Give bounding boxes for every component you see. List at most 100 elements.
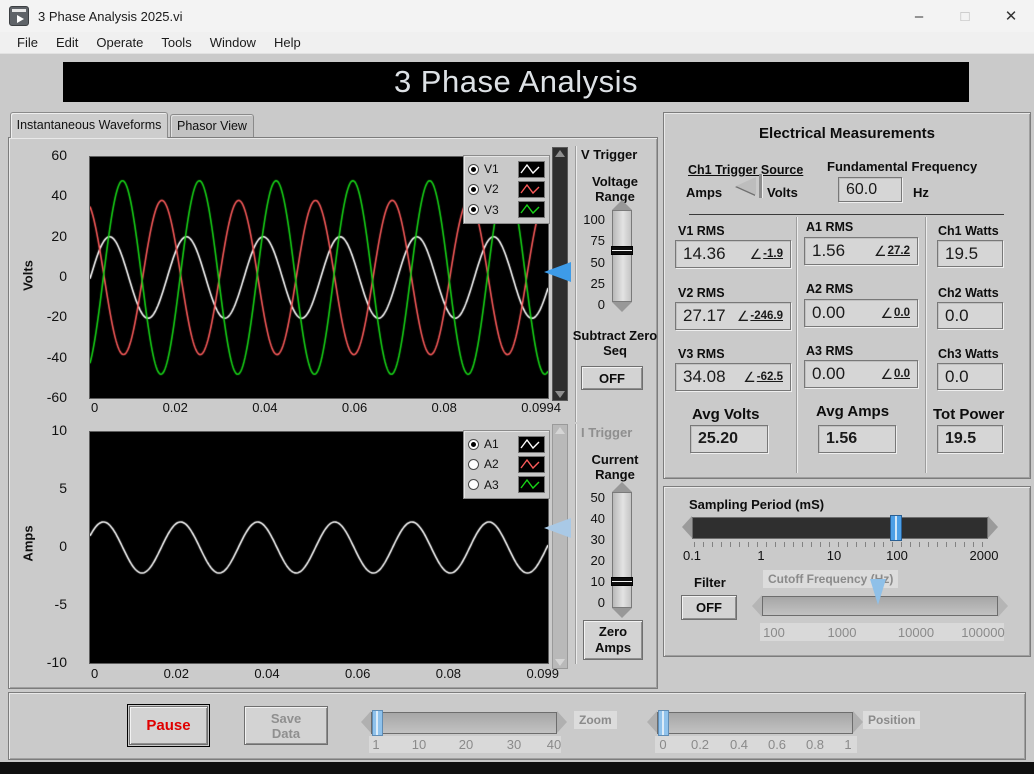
amps-scrollbar[interactable] [552,424,568,669]
position-label: Position [863,711,920,729]
zero-amps-button[interactable]: Zero Amps [583,620,643,660]
position-slider[interactable] [657,712,853,734]
hz-unit-label: Hz [913,185,929,200]
fundamental-frequency-value[interactable]: 60.0 [838,177,902,202]
scroll-down-icon[interactable] [555,391,565,398]
angle-readout: -246.9 [750,310,783,322]
subtract-zero-seq-label: Subtract Zero Seq [572,328,658,358]
tick-label: 0.02 [164,666,189,681]
sampling-panel: Sampling Period (mS) 0.1 1 10 100 2000 F… [663,486,1031,657]
scroll-down-icon[interactable] [555,659,565,666]
legend-radio-v1[interactable] [468,164,479,175]
volts-y-ticks: 6040200-20-40-60 [29,147,67,405]
slider-right-arrow-icon[interactable] [853,711,863,733]
scroll-up-icon[interactable] [555,427,565,434]
a2-rms-value: 0.00 ∠0.0 [804,299,918,327]
slider-left-arrow-icon[interactable] [361,711,371,733]
close-button[interactable]: ✕ [988,0,1034,32]
sampling-period-label: Sampling Period (mS) [689,497,824,512]
plot-style-swatch[interactable] [518,476,545,493]
slider-down-arrow-icon[interactable] [612,608,632,618]
position-handle[interactable] [658,710,669,736]
legend-radio-v2[interactable] [468,184,479,195]
legend-radio-v3[interactable] [468,204,479,215]
legend-row[interactable]: A3 [468,475,545,495]
tick-label: 0 [598,595,605,610]
readout: 34.08 [683,367,726,387]
current-range-handle[interactable] [611,577,633,586]
legend-row[interactable]: V1 [468,159,545,179]
v-trigger-level-cursor[interactable] [544,262,571,282]
subtract-zero-seq-button[interactable]: OFF [581,366,643,390]
zoom-slider[interactable] [371,712,557,734]
volts-legend[interactable]: V1V2V3 [463,155,550,224]
legend-row[interactable]: A1 [468,434,545,454]
trigger-source-volts-label: Volts [767,185,798,200]
readout: 19.5 [945,244,978,264]
ch3-watts-label: Ch3 Watts [938,347,999,361]
angle-icon: ∠ [880,305,893,322]
tab-phasor-view[interactable]: Phasor View [170,114,254,138]
avg-volts-label: Avg Volts [692,406,760,423]
menu-help[interactable]: Help [265,33,310,52]
plot-style-swatch[interactable] [518,436,545,453]
legend-radio-a3[interactable] [468,479,479,490]
menu-file[interactable]: File [8,33,47,52]
filter-button[interactable]: OFF [681,595,737,620]
v2-rms-label: V2 RMS [678,286,725,300]
tick-label: 0.0994 [521,400,561,415]
menu-window[interactable]: Window [201,33,265,52]
menu-tools[interactable]: Tools [152,33,200,52]
slider-left-arrow-icon[interactable] [682,516,692,538]
slider-right-arrow-icon[interactable] [557,711,567,733]
legend-row[interactable]: V2 [468,179,545,199]
tick-label: 0.06 [345,666,370,681]
tick-label: -10 [47,654,67,670]
plot-style-swatch[interactable] [518,201,545,218]
labview-vi-icon [9,6,29,26]
current-range-label: Current Range [577,452,653,482]
plot-style-swatch[interactable] [518,181,545,198]
a1-rms-label: A1 RMS [806,220,853,234]
sampling-period-handle[interactable] [890,515,902,541]
i-trigger-level-cursor[interactable] [544,518,571,538]
a1-rms-value: 1.56 ∠27.2 [804,237,918,265]
plot-style-swatch[interactable] [518,161,545,178]
tick-label: -40 [47,349,67,365]
angle-readout: -62.5 [757,371,783,383]
voltage-range-slider[interactable] [611,200,633,312]
pause-button[interactable]: Pause [129,706,208,745]
tab-instantaneous-waveforms[interactable]: Instantaneous Waveforms [10,112,168,138]
voltage-range-handle[interactable] [611,246,633,255]
readout: 0.0 [945,367,969,387]
angle-readout: 0.0 [894,368,910,380]
slider-down-arrow-icon[interactable] [612,302,632,312]
trigger-source-switch[interactable] [736,177,756,195]
legend-radio-a1[interactable] [468,439,479,450]
amps-legend[interactable]: A1A2A3 [463,430,550,499]
tick-label: -20 [47,308,67,324]
minimize-button[interactable]: – [896,0,942,32]
menu-edit[interactable]: Edit [47,33,87,52]
legend-row[interactable]: A2 [468,454,545,474]
slider-up-arrow-icon[interactable] [612,482,632,492]
slider-left-arrow-icon[interactable] [647,711,657,733]
zoom-handle[interactable] [372,710,383,736]
angle-icon: ∠ [750,246,763,263]
tick-label: 50 [591,255,605,270]
tick-label: 0.04 [252,400,277,415]
menu-operate[interactable]: Operate [87,33,152,52]
legend-row[interactable]: V3 [468,200,545,220]
plot-style-swatch[interactable] [518,456,545,473]
sampling-period-slider[interactable] [692,517,988,539]
divider [925,217,927,473]
current-range-slider[interactable] [611,482,633,618]
slider-right-arrow-icon[interactable] [988,516,998,538]
slider-up-arrow-icon[interactable] [612,200,632,210]
scroll-up-icon[interactable] [555,150,565,157]
zoom-label: Zoom [574,711,617,729]
angle-icon: ∠ [874,243,887,260]
angle-readout: 0.0 [894,307,910,319]
legend-radio-a2[interactable] [468,459,479,470]
tick-label: 0.04 [254,666,279,681]
